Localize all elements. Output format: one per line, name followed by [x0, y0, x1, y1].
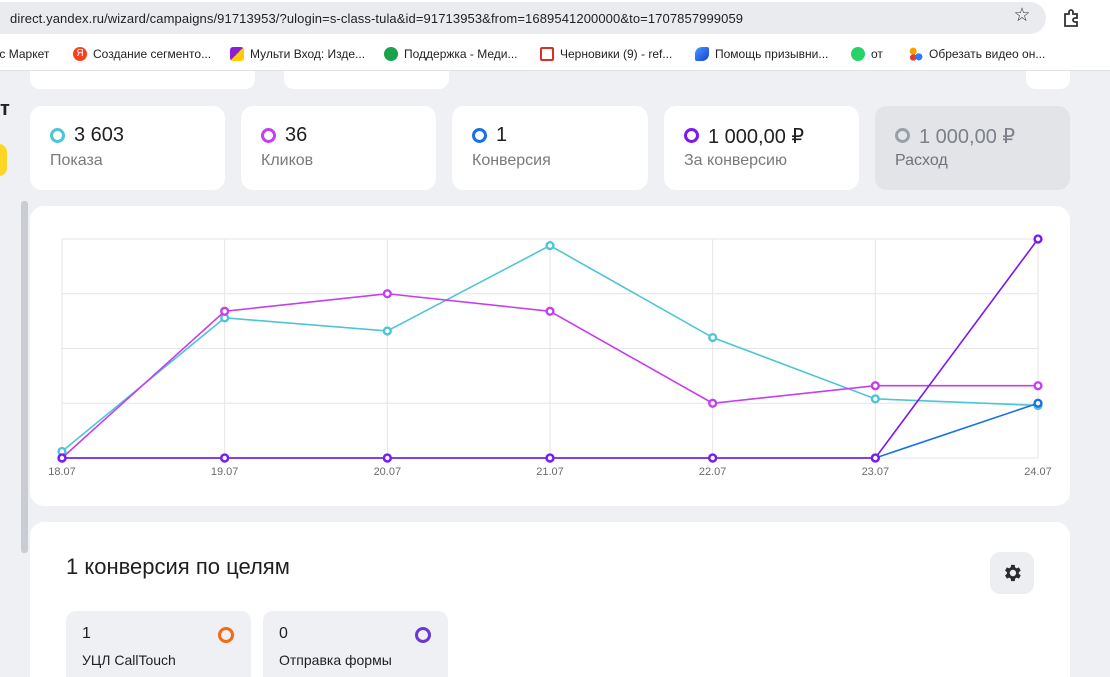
- page-content: т 3 603 Показа 36 Кликов 1 Конверсия 1 0…: [0, 71, 1110, 677]
- series-point-3: [870, 453, 880, 463]
- metric-value: 36: [285, 124, 308, 146]
- series-point-0: [870, 394, 880, 404]
- conversions-ring-icon: [472, 128, 487, 143]
- dots-icon: [909, 47, 923, 61]
- conversions-title: 1 конверсия по целям: [66, 554, 290, 579]
- series-point-1: [220, 306, 230, 316]
- goal-ring-icon: [218, 627, 234, 643]
- series-point-3: [382, 453, 392, 463]
- bookmark-item[interactable]: Обрезать видео он...: [909, 47, 1045, 61]
- metric-card-clicks[interactable]: 36 Кликов: [241, 106, 436, 190]
- x-tick-label: 23.07: [862, 466, 890, 478]
- statistics-chart-card: 18.07 19.07 20.07 21.07 22.07 23.07 24.07: [30, 206, 1070, 506]
- bookmark-label: кс Маркет: [0, 47, 50, 61]
- whatsapp-icon: [851, 47, 865, 61]
- microphone-icon: [384, 47, 398, 61]
- bookmark-item[interactable]: Поддержка - Меди...: [384, 47, 518, 61]
- metric-label: Конверсия: [472, 152, 551, 169]
- conversions-card: 1 конверсия по целям 1 УЦЛ CallTouch 0 О…: [30, 522, 1070, 677]
- settings-button[interactable]: [990, 552, 1034, 594]
- series-point-3: [545, 453, 555, 463]
- bookmark-label: Помощь призывни...: [715, 47, 829, 61]
- metric-card-cost-per-conversion[interactable]: 1 000,00 ₽ За конверсию: [664, 106, 859, 190]
- top-menu-button[interactable]: [1026, 71, 1070, 89]
- scrollbar[interactable]: [21, 201, 28, 553]
- bookmark-label: Мульти Вход: Изде...: [250, 47, 366, 61]
- series-point-1: [708, 398, 718, 408]
- goal-count: 1: [82, 625, 91, 642]
- url-text[interactable]: direct.yandex.ru/wizard/campaigns/917139…: [10, 11, 743, 26]
- series-point-1: [1033, 381, 1043, 391]
- address-bar-strip: direct.yandex.ru/wizard/campaigns/917139…: [0, 0, 1110, 38]
- metric-label: За конверсию: [684, 152, 787, 169]
- metric-card-conversions[interactable]: 1 Конверсия: [452, 106, 648, 190]
- series-point-1: [870, 381, 880, 391]
- bookmark-label: Черновики (9) - ref...: [560, 47, 673, 61]
- series-point-3: [220, 453, 230, 463]
- yandex-icon: Я: [73, 47, 87, 61]
- metric-label: Показа: [50, 152, 103, 169]
- series-point-0: [382, 326, 392, 336]
- bookmark-item[interactable]: Помощь призывни...: [695, 47, 828, 61]
- extensions-icon[interactable]: [1060, 6, 1084, 30]
- metric-card-impressions[interactable]: 3 603 Показа: [30, 106, 225, 190]
- x-tick-label: 18.07: [48, 466, 76, 478]
- cost-per-conversion-ring-icon: [684, 128, 699, 143]
- x-tick-label: 22.07: [699, 466, 727, 478]
- metric-value: 3 603: [74, 124, 125, 146]
- top-toolbar-button[interactable]: [284, 71, 449, 89]
- x-tick-label: 24.07: [1024, 466, 1052, 478]
- clicks-ring-icon: [261, 128, 276, 143]
- impressions-ring-icon: [50, 128, 65, 143]
- series-point-3: [1033, 234, 1043, 244]
- goal-count: 0: [279, 625, 288, 642]
- bookmark-label: Поддержка - Меди...: [404, 47, 518, 61]
- metric-label: Расход: [895, 152, 948, 169]
- goal-card-form-submit[interactable]: 0 Отправка формы: [263, 611, 448, 677]
- series-point-3: [708, 453, 718, 463]
- sidebar-title-fragment: т: [0, 98, 10, 120]
- metric-value: 1: [496, 124, 508, 146]
- bookmark-item[interactable]: Черновики (9) - ref...: [540, 47, 672, 61]
- series-point-0: [708, 332, 718, 343]
- series-point-1: [545, 306, 555, 316]
- series-point-3: [57, 453, 67, 463]
- address-bar[interactable]: direct.yandex.ru/wizard/campaigns/917139…: [0, 2, 1046, 34]
- goal-ring-icon: [415, 627, 431, 643]
- bookmark-label: от: [871, 47, 883, 61]
- line-chart[interactable]: 18.07 19.07 20.07 21.07 22.07 23.07 24.07: [30, 206, 1070, 506]
- bookmark-item[interactable]: Мульти Вход: Изде...: [230, 47, 365, 61]
- goal-name: УЦЛ CallTouch: [82, 652, 176, 668]
- series-point-2: [1033, 398, 1043, 408]
- spend-ring-icon: [895, 128, 910, 143]
- metric-label: Кликов: [261, 152, 314, 169]
- bookmark-item[interactable]: кс Маркет: [0, 47, 49, 61]
- bookmarks-bar: кс Маркет Я Создание сегменто... Мульти …: [0, 38, 1110, 71]
- gmail-icon: [540, 47, 554, 61]
- bookmark-label: Обрезать видео он...: [929, 47, 1046, 61]
- bookmark-item[interactable]: от: [851, 47, 883, 61]
- x-tick-label: 21.07: [536, 466, 564, 478]
- x-tick-label: 19.07: [211, 466, 239, 478]
- metric-value: 1 000,00 ₽: [919, 126, 1016, 148]
- goal-name: Отправка формы: [279, 652, 392, 668]
- gear-icon: [1005, 564, 1021, 582]
- bookmark-item[interactable]: Я Создание сегменто...: [73, 47, 211, 61]
- metric-card-spend[interactable]: 1 000,00 ₽ Расход: [875, 106, 1070, 190]
- feather-icon: [695, 47, 709, 61]
- bookmark-star-icon[interactable]: ☆: [1010, 4, 1034, 28]
- multi-icon: [230, 47, 244, 61]
- goal-card-calltouch[interactable]: 1 УЦЛ CallTouch: [66, 611, 251, 677]
- metric-value: 1 000,00 ₽: [708, 126, 805, 148]
- series-point-0: [545, 240, 555, 251]
- series-point-1: [382, 289, 392, 299]
- sidebar-yellow-button[interactable]: [0, 144, 7, 176]
- top-toolbar-button[interactable]: [30, 71, 255, 89]
- bookmark-label: Создание сегменто...: [93, 47, 212, 61]
- x-tick-label: 20.07: [374, 466, 402, 478]
